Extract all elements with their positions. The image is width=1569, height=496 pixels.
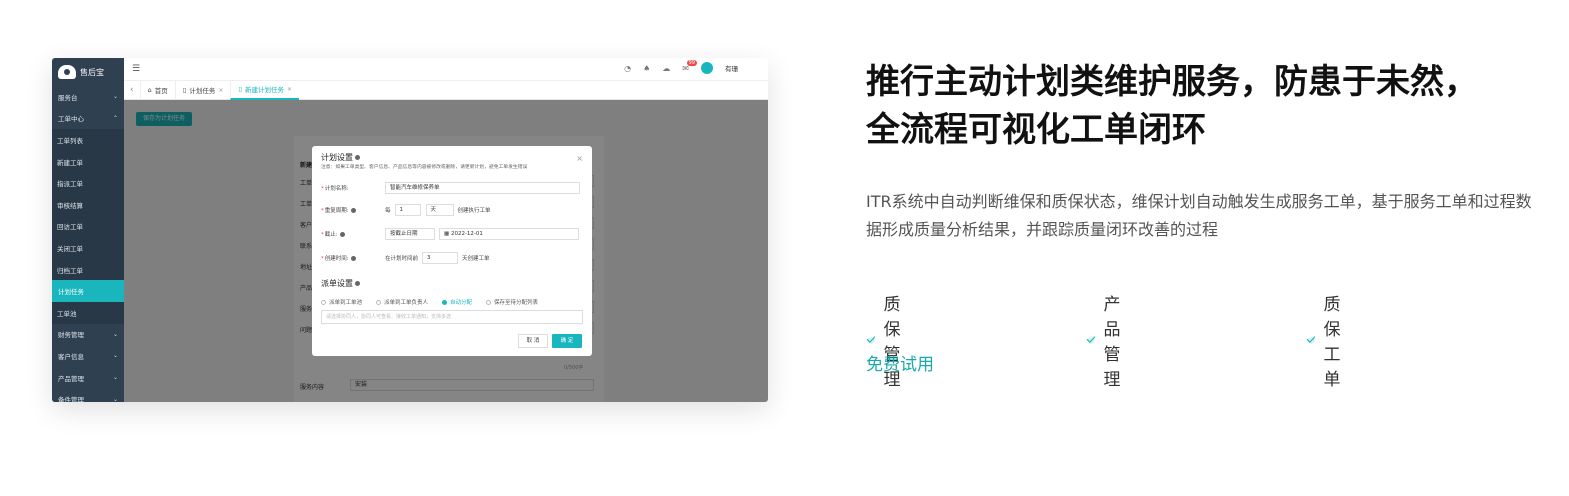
cancel-button[interactable]: 取 消 xyxy=(518,334,548,348)
check-icon xyxy=(1086,336,1096,344)
modal-note: 注意：如果工单类型、客户信息、产品信息等内容被修改或删除，请更新计划，避免工单发… xyxy=(321,165,528,170)
chevron-icon: ⌄ xyxy=(112,93,118,101)
chevron-icon: ⌄ xyxy=(112,374,118,382)
check-icon xyxy=(1306,336,1316,344)
dispatch-option[interactable]: 派单到工单池 xyxy=(321,298,362,306)
plan-name-row: *计划名称: 智能汽车维修保养单 xyxy=(321,182,580,194)
logo-text: 售后宝 xyxy=(80,67,104,77)
dispatch-option[interactable]: 派单到工单负责人 xyxy=(376,298,428,306)
sidebar-item[interactable]: 产品管理 ⌄ xyxy=(52,366,124,389)
dispatch-section-title: 派单设置 xyxy=(321,278,360,289)
end-date-picker[interactable]: ▦ 2022-12-01 xyxy=(439,228,579,240)
plan-settings-modal: 计划设置 × 注意：如果工单类型、客户信息、产品信息等内容被修改或删除，请更新计… xyxy=(312,146,592,356)
create-time-row: *创建时间: 在计划时间前 3 天创建工单 xyxy=(321,252,490,264)
sidebar-item[interactable]: 服务台 ⌄ xyxy=(52,86,124,108)
user-name[interactable]: 有珊 xyxy=(725,63,738,73)
plan-name-input[interactable]: 智能汽车维修保养单 xyxy=(385,182,580,194)
radio-icon xyxy=(321,300,326,305)
sidebar-item[interactable]: 财务管理 ⌄ xyxy=(52,323,124,346)
tab-back-icon[interactable]: ‹ xyxy=(124,85,140,95)
cloud-icon[interactable]: ☁ xyxy=(662,64,670,73)
sidebar-item[interactable]: 指派工单 xyxy=(52,172,124,194)
menu-toggle-icon[interactable]: ☰ xyxy=(132,64,140,74)
file-icon: ▯ xyxy=(238,85,242,93)
sidebar-item[interactable]: 新建工单 xyxy=(52,150,124,173)
tab-new-plan[interactable]: ▯ 新建计划任务 × xyxy=(230,80,299,100)
help-icon[interactable]: ◔ xyxy=(624,64,631,73)
radio-icon xyxy=(442,300,448,305)
topbar: ☰ ◔ ♠ ☁ ✉ 99 有珊 xyxy=(124,58,768,80)
description: ITR系统中自动判断维保和质保状态，维保计划自动触发生成服务工单，基于服务工单和… xyxy=(866,192,1532,239)
end-type-select[interactable]: 按截止日期 xyxy=(385,228,435,240)
info-icon xyxy=(350,256,356,261)
radio-icon xyxy=(486,300,492,305)
tab-home[interactable]: ⌂ 首页 xyxy=(139,80,175,100)
feature-item: 质保管理 xyxy=(866,290,913,390)
tab-close-icon[interactable]: × xyxy=(218,87,223,94)
file-icon: ▯ xyxy=(182,86,187,94)
sidebar-item[interactable]: 工单中心 ⌃ xyxy=(52,107,124,130)
info-icon xyxy=(339,232,345,237)
home-icon: ⌂ xyxy=(147,86,152,94)
free-trial-link[interactable]: 免费试用 xyxy=(866,350,934,375)
headline: 推行主动计划类维护服务，防患于未然，全流程可视化工单闭环 xyxy=(866,62,1478,150)
sidebar-item[interactable]: 工单池 xyxy=(52,301,124,324)
feature-item: 质保工单 xyxy=(1306,290,1353,390)
info-icon xyxy=(350,208,356,213)
sidebar-item[interactable]: 计划任务 xyxy=(52,280,124,302)
chevron-icon: ⌄ xyxy=(112,330,118,338)
cycle-row: *重复周期: 每 1 天 创建执行工单 xyxy=(321,204,491,216)
sidebar-item[interactable]: 工单列表 xyxy=(52,129,124,151)
end-row: *截止: 按截止日期 ▦ 2022-12-01 xyxy=(321,228,579,240)
sidebar-item[interactable]: 备件管理 ⌄ xyxy=(52,388,124,402)
chevron-icon: ⌄ xyxy=(112,352,118,360)
sidebar-item[interactable]: 关闭工单 xyxy=(52,237,124,259)
cycle-number-input[interactable]: 1 xyxy=(394,204,421,216)
notice-icon[interactable]: ♠ xyxy=(643,64,650,73)
sidebar-item[interactable]: 客户信息 ⌄ xyxy=(52,345,124,367)
product-screenshot: 售后宝 服务台 ⌄ 工单中心 ⌃ 工单列表 新建工单 指派工单 审核结算 回访工单 关闭工单 归档工… xyxy=(52,58,768,402)
sidebar-item[interactable]: 回访工单 xyxy=(52,215,124,238)
sidebar: 售后宝 服务台 ⌄ 工单中心 ⌃ 工单列表 新建工单 指派工单 审核结算 回访工单 关闭工单 归档工… xyxy=(52,58,124,402)
check-icon xyxy=(866,336,876,344)
tab-plan[interactable]: ▯ 计划任务 × xyxy=(174,80,231,100)
chevron-icon: ⌃ xyxy=(112,114,118,122)
top-icons: ◔ ♠ ☁ ✉ 99 有珊 xyxy=(624,59,738,74)
calendar-icon: ▦ xyxy=(444,231,451,237)
cycle-unit-select[interactable]: 天 xyxy=(425,204,454,216)
sidebar-item[interactable]: 审核结算 xyxy=(52,193,124,216)
tab-close-icon[interactable]: × xyxy=(287,86,292,93)
message-icon[interactable]: ✉ 99 xyxy=(682,59,697,73)
info-icon xyxy=(355,281,360,286)
sidebar-item[interactable]: 归档工单 xyxy=(52,258,124,281)
message-count: 99 xyxy=(686,59,697,66)
feature-item: 产品管理 xyxy=(1086,290,1133,390)
sidebar-nav: 服务台 ⌄ 工单中心 ⌃ 工单列表 新建工单 指派工单 审核结算 回访工单 关闭工单 归档工单 计划任… xyxy=(52,86,124,402)
logo: 售后宝 xyxy=(52,58,124,86)
dispatch-options: 派单到工单池 派单到工单负责人 自动分配 保存至待分配列表 xyxy=(321,298,538,306)
modal-title: 计划设置 xyxy=(321,152,360,163)
tab-bar: ‹ ⌂ 首页 ▯ 计划任务 × ▯ 新建计划任务 × xyxy=(124,80,768,100)
radio-icon xyxy=(376,300,382,305)
page: 售后宝 服务台 ⌄ 工单中心 ⌃ 工单列表 新建工单 指派工单 审核结算 回访工单 关闭工单 归档工… xyxy=(0,0,1569,496)
dispatch-option[interactable]: 保存至待分配列表 xyxy=(486,298,538,306)
chevron-icon: ⌄ xyxy=(112,395,118,402)
avatar[interactable] xyxy=(701,62,713,74)
close-icon[interactable]: × xyxy=(576,154,583,163)
create-days-input[interactable]: 3 xyxy=(422,252,459,264)
dispatch-option[interactable]: 自动分配 xyxy=(442,298,472,306)
collaborator-input[interactable]: 请选择协同人，协同人可查看、接收工单通知，支持多选 xyxy=(321,310,583,324)
logo-icon xyxy=(58,65,76,79)
info-icon xyxy=(355,155,360,160)
confirm-button[interactable]: 确 定 xyxy=(552,334,582,348)
